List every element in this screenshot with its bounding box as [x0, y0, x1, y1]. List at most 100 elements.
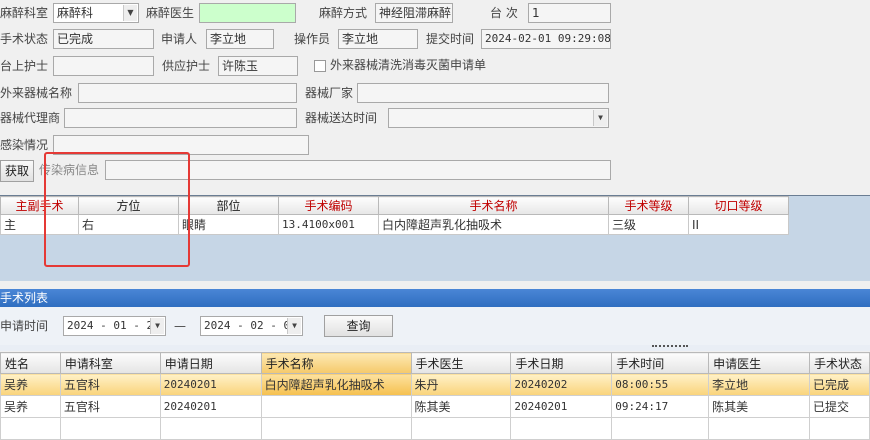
- cell-surgery-date[interactable]: [510, 417, 613, 440]
- cell-patient-name[interactable]: 吴养: [0, 373, 61, 396]
- external-device-checkbox[interactable]: [314, 60, 326, 72]
- operator-label: 操作员: [294, 32, 331, 46]
- dept-select[interactable]: 麻醉科 ▼: [53, 3, 139, 23]
- status-field[interactable]: 已完成: [53, 29, 154, 49]
- cell-surgery-time[interactable]: 09:24:17: [611, 395, 710, 418]
- col-apply-date[interactable]: 申请日期: [159, 352, 262, 374]
- cell-grade[interactable]: 三级: [608, 214, 689, 235]
- chevron-down-icon[interactable]: ▼: [150, 318, 164, 334]
- panel-title: 手术列表: [0, 289, 870, 307]
- device-name-field[interactable]: [78, 83, 297, 103]
- cell-surgery-name[interactable]: 白内障超声乳化抽吸术: [260, 373, 412, 396]
- cell-code[interactable]: 13.4100x001: [278, 214, 379, 235]
- delivery-time-picker[interactable]: - - : : ▼: [388, 108, 609, 128]
- col-surgery-name[interactable]: 手术名称: [260, 352, 412, 374]
- dept-select-value: 麻醉科: [57, 6, 94, 20]
- col-surgery-name[interactable]: 手术名称: [378, 196, 609, 215]
- cell-incision[interactable]: II: [688, 214, 789, 235]
- col-code[interactable]: 手术编码: [278, 196, 379, 215]
- supply-nurse-label: 供应护士: [162, 59, 211, 73]
- col-surgery-status[interactable]: 手术状态: [808, 352, 870, 374]
- splitter[interactable]: [0, 345, 870, 351]
- agent-label: 器械代理商: [0, 111, 61, 125]
- cell-surgery-name[interactable]: 白内障超声乳化抽吸术: [378, 214, 609, 235]
- method-field[interactable]: 神经阻滞麻醉: [375, 3, 453, 23]
- surgery-list-table: 姓名 申请科室 申请日期 手术名称 手术医生 手术日期 手术时间 申请医生 手术…: [0, 352, 870, 440]
- cell-apply-date[interactable]: 20240201: [159, 395, 262, 418]
- table-row[interactable]: [0, 417, 870, 440]
- table-field[interactable]: 1: [528, 3, 611, 23]
- nurse-field[interactable]: [53, 56, 154, 76]
- applicant-field[interactable]: 李立地: [206, 29, 274, 49]
- manufacturer-field[interactable]: [357, 83, 609, 103]
- cell-surgeon[interactable]: [410, 417, 512, 440]
- col-apply-doctor[interactable]: 申请医生: [708, 352, 810, 374]
- col-incision[interactable]: 切口等级: [688, 196, 789, 215]
- cell-apply-date[interactable]: [159, 417, 262, 440]
- col-patient-name[interactable]: 姓名: [0, 352, 61, 374]
- cell-patient-name[interactable]: [0, 417, 61, 440]
- doctor-label: 麻醉医生: [146, 6, 195, 20]
- date-separator: —: [174, 319, 186, 333]
- cell-apply-doctor[interactable]: 李立地: [708, 373, 810, 396]
- fetch-button[interactable]: 获取: [0, 160, 34, 182]
- nurse-label: 台上护士: [0, 59, 49, 73]
- filter-bar: 申请时间 2024 - 01 - 28 ▼ — 2024 - 02 - 04 ▼…: [0, 307, 870, 345]
- table-label: 台 次: [490, 6, 518, 20]
- agent-field[interactable]: [64, 108, 297, 128]
- infection-label: 感染情况: [0, 138, 49, 152]
- cell-surgery-date[interactable]: 20240201: [510, 395, 613, 418]
- cell-patient-name[interactable]: 吴养: [0, 395, 61, 418]
- cell-surgery-name[interactable]: [260, 395, 412, 418]
- operator-field[interactable]: 李立地: [338, 29, 418, 49]
- cell-surgeon[interactable]: 朱丹: [410, 373, 512, 396]
- splitter-grip-icon[interactable]: [652, 345, 688, 349]
- cell-apply-date[interactable]: 20240201: [159, 373, 262, 396]
- status-label: 手术状态: [0, 32, 49, 46]
- cell-apply-dept[interactable]: 五官科: [59, 395, 161, 418]
- col-surgery-time[interactable]: 手术时间: [611, 352, 710, 374]
- date-from-value: 2024 - 01 - 28: [67, 319, 160, 332]
- cell-surgery-status[interactable]: 已完成: [808, 373, 870, 396]
- method-label: 麻醉方式: [319, 6, 368, 20]
- cell-apply-dept[interactable]: 五官科: [59, 373, 161, 396]
- filter-date-label: 申请时间: [0, 319, 49, 333]
- chevron-down-icon[interactable]: ▼: [123, 5, 137, 21]
- date-to-picker[interactable]: 2024 - 02 - 04 ▼: [200, 316, 303, 336]
- delivery-time-label: 器械送达时间: [305, 111, 378, 125]
- cell-surgeon[interactable]: 陈其美: [410, 395, 512, 418]
- query-button[interactable]: 查询: [324, 315, 393, 337]
- chevron-down-icon[interactable]: ▼: [287, 318, 301, 334]
- applicant-label: 申请人: [161, 32, 198, 46]
- dept-label: 麻醉科室: [0, 6, 49, 20]
- cell-surgery-date[interactable]: 20240202: [510, 373, 613, 396]
- doctor-field[interactable]: [199, 3, 296, 23]
- date-from-picker[interactable]: 2024 - 01 - 28 ▼: [63, 316, 166, 336]
- submit-time-field[interactable]: 2024-02-01 09:29:08: [481, 29, 611, 49]
- manufacturer-label: 器械厂家: [305, 86, 354, 100]
- cell-surgery-time[interactable]: 08:00:55: [611, 373, 710, 396]
- table-row[interactable]: 吴养 五官科 20240201 白内障超声乳化抽吸术 朱丹 20240202 0…: [0, 373, 870, 396]
- table-row[interactable]: 吴养 五官科 20240201 陈其美 20240201 09:24:17 陈其…: [0, 395, 870, 418]
- cell-surgery-status[interactable]: 已提交: [808, 395, 870, 418]
- device-name-label: 外来器械名称: [0, 86, 73, 100]
- chevron-down-icon[interactable]: ▼: [593, 110, 607, 126]
- surgery-list-header: 姓名 申请科室 申请日期 手术名称 手术医生 手术日期 手术时间 申请医生 手术…: [0, 352, 870, 374]
- cell-surgery-name[interactable]: [260, 417, 412, 440]
- col-grade[interactable]: 手术等级: [608, 196, 689, 215]
- submit-time-label: 提交时间: [426, 32, 475, 46]
- cell-surgery-time[interactable]: [611, 417, 710, 440]
- supply-nurse-field[interactable]: 许陈玉: [218, 56, 298, 76]
- col-site[interactable]: 部位: [178, 196, 279, 215]
- highlight-annotation-box: [44, 152, 190, 267]
- cell-apply-doctor[interactable]: [708, 417, 810, 440]
- date-to-value: 2024 - 02 - 04: [204, 319, 297, 332]
- cell-site[interactable]: 眼睛: [178, 214, 279, 235]
- cell-apply-dept[interactable]: [59, 417, 161, 440]
- cell-apply-doctor[interactable]: 陈其美: [708, 395, 810, 418]
- external-device-checkbox-label: 外来器械清洗消毒灭菌申请单: [330, 58, 487, 72]
- cell-surgery-status[interactable]: [808, 417, 870, 440]
- col-surgeon[interactable]: 手术医生: [410, 352, 512, 374]
- col-apply-dept[interactable]: 申请科室: [59, 352, 161, 374]
- col-surgery-date[interactable]: 手术日期: [510, 352, 613, 374]
